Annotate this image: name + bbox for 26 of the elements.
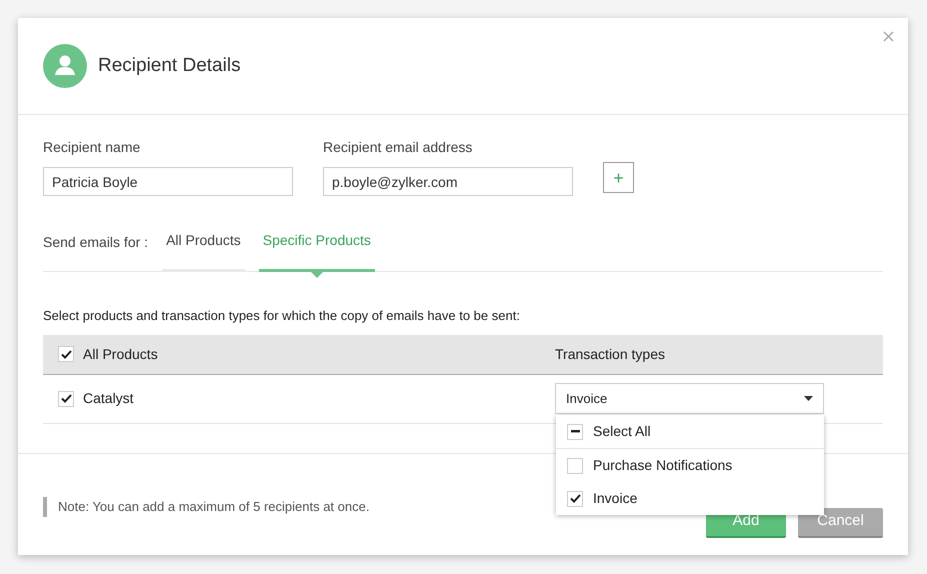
checkbox[interactable] xyxy=(567,490,583,506)
tab[interactable]: All Products xyxy=(162,230,245,272)
avatar-icon xyxy=(43,44,87,88)
checkbox[interactable] xyxy=(567,424,583,440)
caret-icon xyxy=(804,396,813,401)
instruction-text: Select products and transaction types for which the copy of emails have to be sent: xyxy=(43,307,521,325)
transaction-type-dropdown[interactable]: Invoice xyxy=(555,383,824,414)
check-icon xyxy=(60,394,72,403)
dropdown-option[interactable]: Purchase Notifications xyxy=(556,449,824,482)
field-label: Recipient email address xyxy=(323,138,474,157)
dialog-title: Recipient Details xyxy=(98,54,241,78)
send-emails-label: Send emails for : xyxy=(43,233,148,252)
product-name: Catalyst xyxy=(83,389,134,408)
close-icon xyxy=(883,31,894,42)
checkbox[interactable] xyxy=(58,346,74,362)
checkbox[interactable] xyxy=(567,458,583,474)
check-icon xyxy=(60,350,72,358)
minus-icon xyxy=(570,430,580,433)
tab-pointer-icon xyxy=(310,271,324,278)
text-field[interactable]: Patricia Boyle xyxy=(43,167,293,196)
checkbox[interactable] xyxy=(58,390,74,406)
text-field[interactable]: p.boyle@zylker.com xyxy=(323,167,573,196)
check-icon xyxy=(570,494,580,503)
column-header: Transaction types xyxy=(555,344,666,364)
field-label: Recipient name xyxy=(43,138,142,157)
column-header: All Products xyxy=(83,344,158,364)
